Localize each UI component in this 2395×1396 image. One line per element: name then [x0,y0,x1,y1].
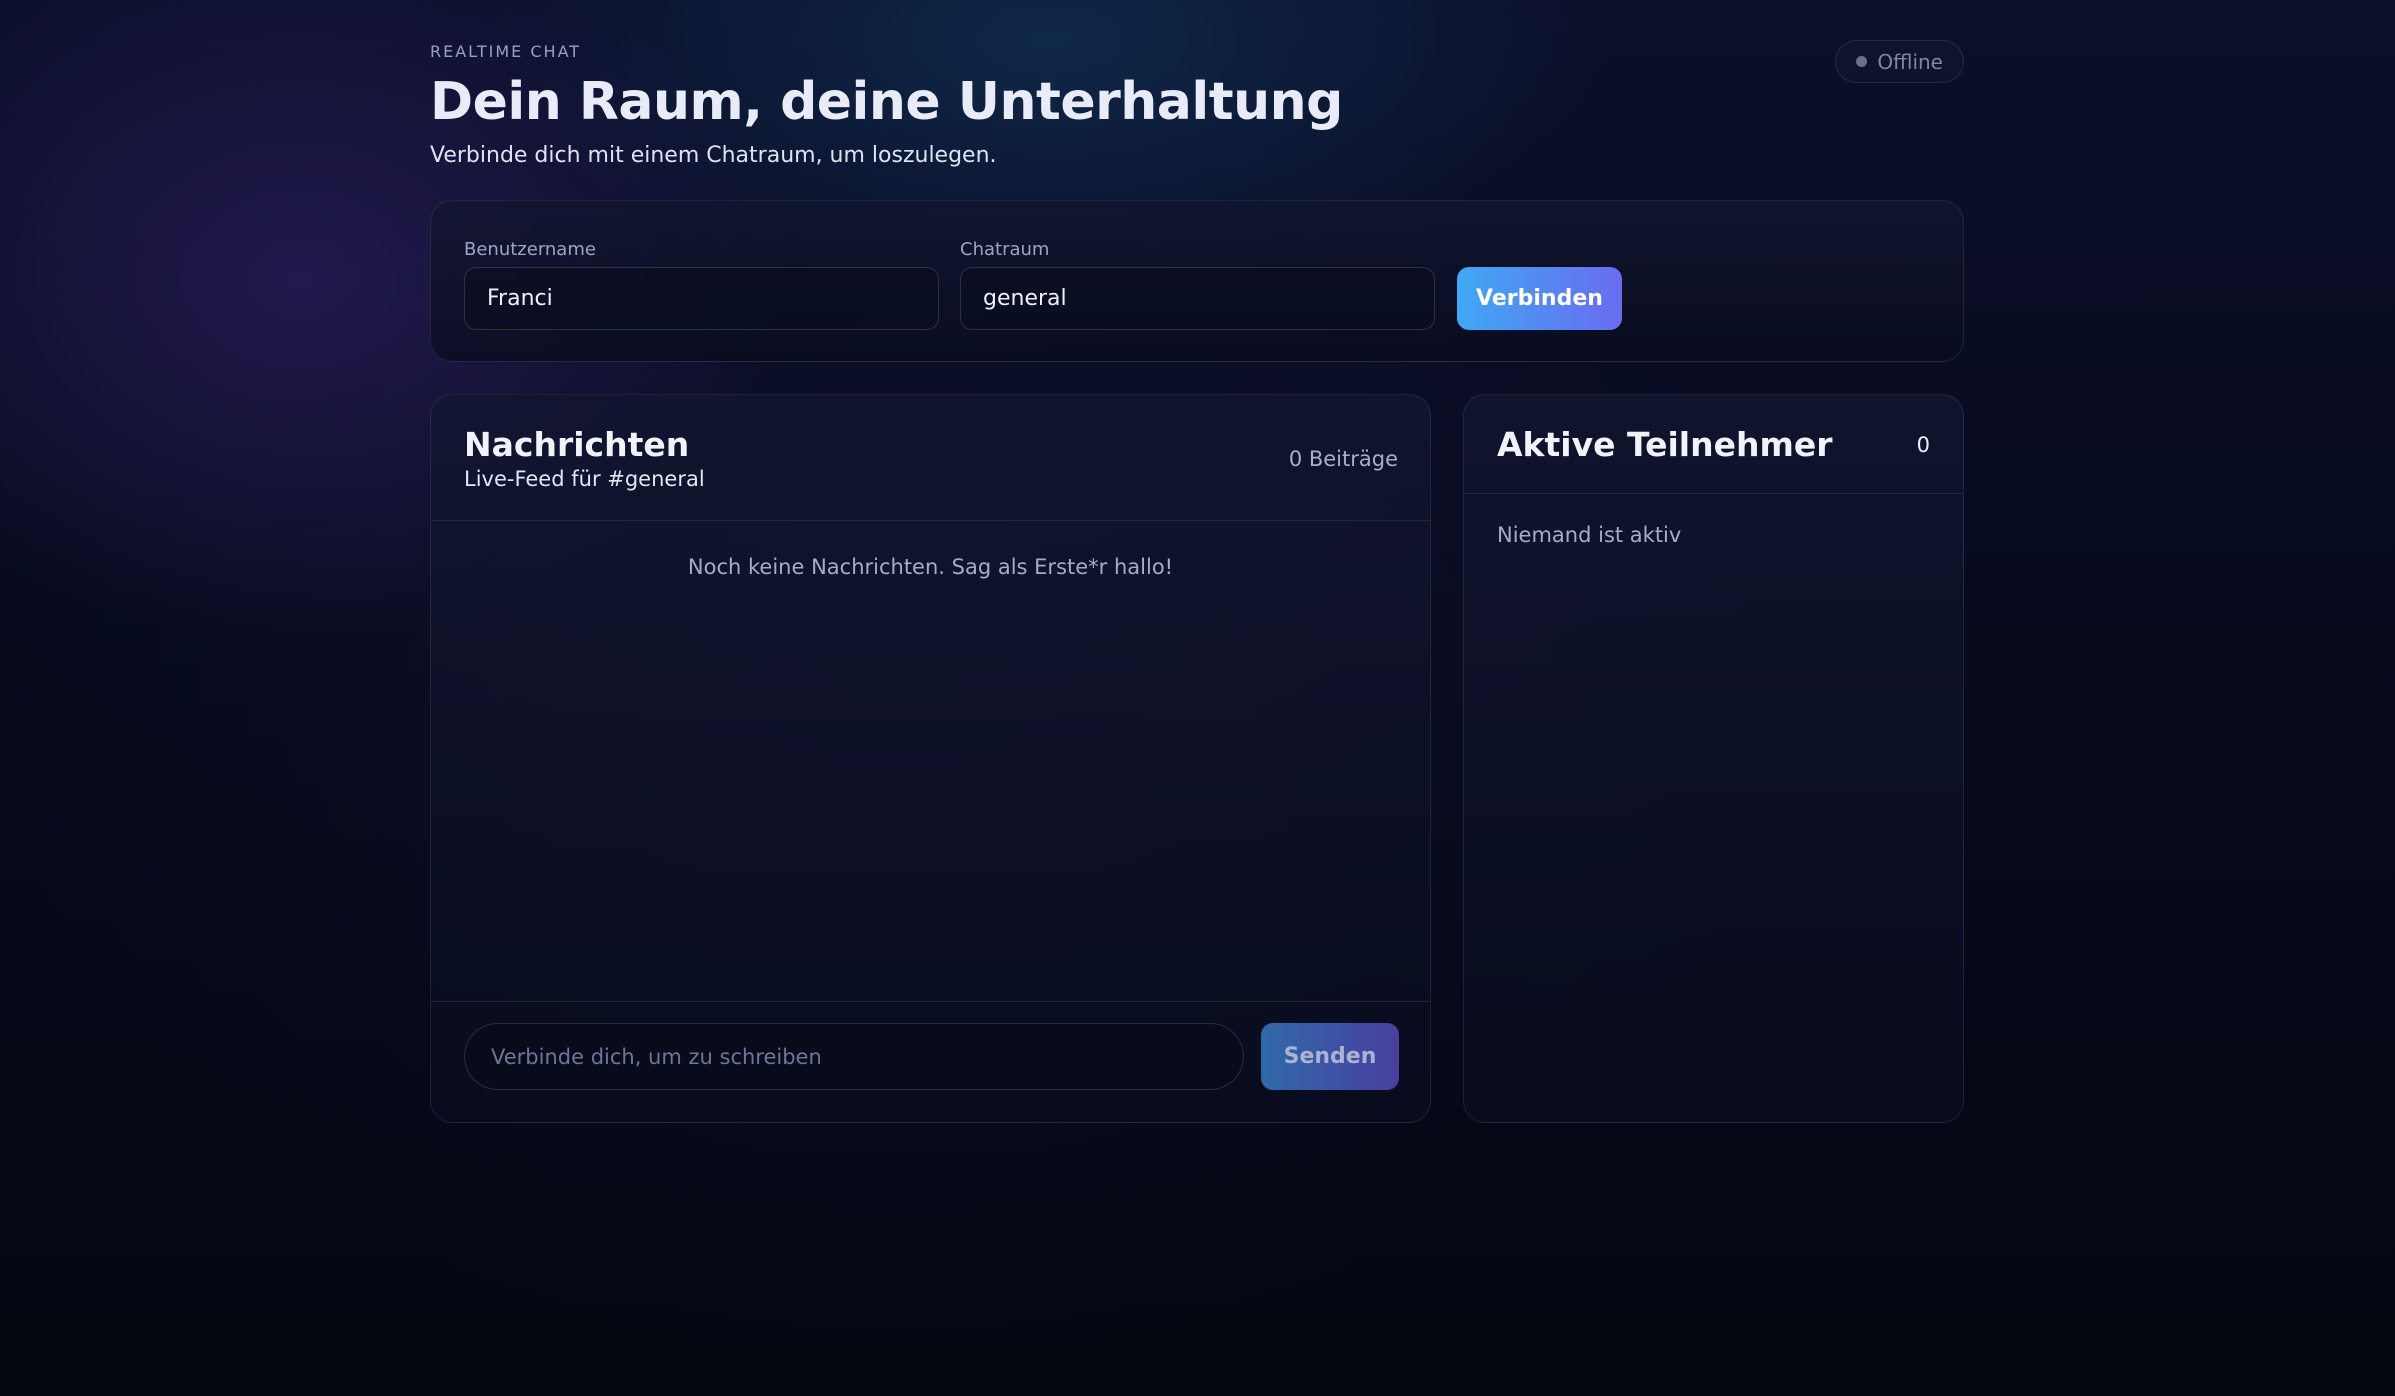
connect-button[interactable]: Verbinden [1457,267,1622,330]
messages-title: Nachrichten [464,425,690,464]
messages-panel: Nachrichten Live-Feed für #general 0 Bei… [430,394,1431,1123]
messages-empty-state: Noch keine Nachrichten. Sag als Erste*r … [687,555,1174,579]
status-dot-icon [1856,56,1868,67]
participants-title: Aktive Teilnehmer [1497,425,1833,464]
username-label: Benutzername [464,239,596,260]
send-button[interactable]: Senden [1261,1023,1399,1090]
connection-status-badge: Offline [1835,40,1964,83]
username-input[interactable] [464,267,939,330]
page-subtitle: Verbinde dich mit einem Chatraum, um los… [430,143,997,168]
composer-divider [431,1001,1430,1002]
participants-panel: Aktive Teilnehmer 0 Niemand ist aktiv [1463,394,1964,1123]
room-input[interactable] [960,267,1435,330]
app-eyebrow: REALTIME CHAT [430,42,582,61]
participants-empty-state: Niemand ist aktiv [1497,523,1682,547]
message-input[interactable] [464,1023,1244,1090]
page-title: Dein Raum, deine Unterhaltung [430,72,1343,132]
connection-status-label: Offline [1877,49,1943,74]
messages-count: 0 Beiträge [1288,447,1398,471]
participants-header-divider [1464,493,1963,494]
connect-form: Benutzername Chatraum Verbinden [430,200,1964,362]
participants-count: 0 [1916,433,1930,457]
messages-header-divider [431,520,1430,521]
room-label: Chatraum [960,239,1050,260]
messages-subtitle: Live-Feed für #general [464,467,705,491]
